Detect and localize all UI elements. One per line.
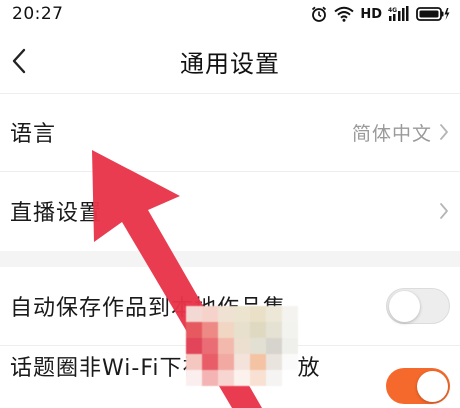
chevron-left-icon[interactable]: [4, 44, 34, 78]
language-label: 语言: [10, 122, 57, 147]
status-icons: HD 4G: [310, 5, 450, 23]
status-time: 20:27: [12, 4, 64, 24]
settings-row-live[interactable]: 直播设置: [0, 172, 460, 250]
status-bar: 20:27 HD 4G: [0, 0, 460, 28]
signal-icon: 4G: [388, 6, 410, 22]
section-separator: [0, 251, 460, 267]
topic-autoplay-toggle[interactable]: [386, 368, 450, 404]
alarm-icon: [310, 5, 328, 23]
settings-row-language[interactable]: 语言 简体中文: [0, 94, 460, 170]
live-settings-label: 直播设置: [10, 201, 103, 226]
hd-indicator: HD: [360, 6, 382, 22]
language-value: 简体中文: [351, 122, 432, 145]
toggle-knob: [389, 291, 420, 322]
general-settings-screen: 20:27 HD 4G 通用设置 语言 简体中文 直播设置 自动保存作品到本地作…: [0, 0, 460, 408]
toggle-knob: [417, 371, 448, 402]
page-title: 通用设置: [180, 49, 280, 78]
network-type-label: 4G: [388, 7, 397, 14]
battery-icon: [416, 6, 450, 22]
chevron-right-icon: [438, 122, 450, 142]
mosaic-blur-overlay: [186, 306, 298, 386]
auto-save-toggle[interactable]: [386, 288, 450, 324]
wifi-icon: [334, 6, 354, 22]
nav-header: 通用设置: [0, 30, 460, 92]
chevron-right-icon: [438, 201, 450, 221]
